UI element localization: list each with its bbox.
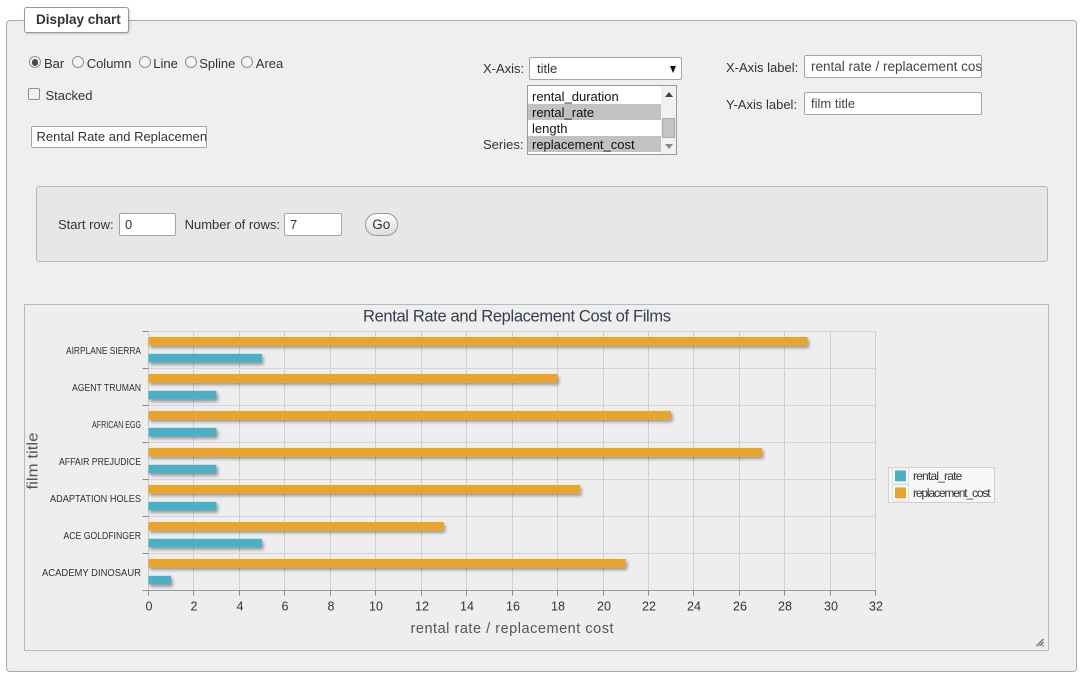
svg-text:26: 26 — [733, 600, 747, 614]
svg-text:rental_rate: rental_rate — [913, 469, 963, 483]
svg-text:0: 0 — [146, 600, 153, 614]
svg-text:30: 30 — [824, 600, 838, 614]
svg-text:AIRPLANE SIERRA: AIRPLANE SIERRA — [66, 346, 141, 357]
svg-text:AFRICAN EGG: AFRICAN EGG — [92, 420, 141, 431]
svg-text:12: 12 — [415, 600, 429, 614]
svg-text:replacement_cost: replacement_cost — [913, 486, 991, 500]
svg-text:6: 6 — [282, 600, 289, 614]
svg-text:14: 14 — [460, 600, 474, 614]
svg-text:22: 22 — [642, 600, 656, 614]
svg-text:ACADEMY DINOSAUR: ACADEMY DINOSAUR — [42, 568, 141, 579]
svg-text:AGENT TRUMAN: AGENT TRUMAN — [72, 383, 141, 394]
svg-text:4: 4 — [237, 600, 244, 614]
svg-text:32: 32 — [869, 600, 883, 614]
svg-text:18: 18 — [551, 600, 565, 614]
svg-text:ACE GOLDFINGER: ACE GOLDFINGER — [64, 531, 142, 542]
svg-text:20: 20 — [597, 600, 611, 614]
svg-text:24: 24 — [687, 600, 701, 614]
svg-text:AFFAIR PREJUDICE: AFFAIR PREJUDICE — [59, 457, 141, 468]
svg-text:rental rate / replacement cost: rental rate / replacement cost — [411, 621, 614, 637]
svg-text:film title: film title — [26, 433, 42, 490]
svg-text:8: 8 — [328, 600, 335, 614]
svg-text:2: 2 — [191, 600, 198, 614]
svg-text:Rental Rate and Replacement Co: Rental Rate and Replacement Cost of Film… — [363, 308, 671, 326]
svg-text:28: 28 — [778, 600, 792, 614]
svg-text:10: 10 — [369, 600, 383, 614]
svg-text:ADAPTATION HOLES: ADAPTATION HOLES — [50, 494, 141, 505]
svg-text:16: 16 — [506, 600, 520, 614]
